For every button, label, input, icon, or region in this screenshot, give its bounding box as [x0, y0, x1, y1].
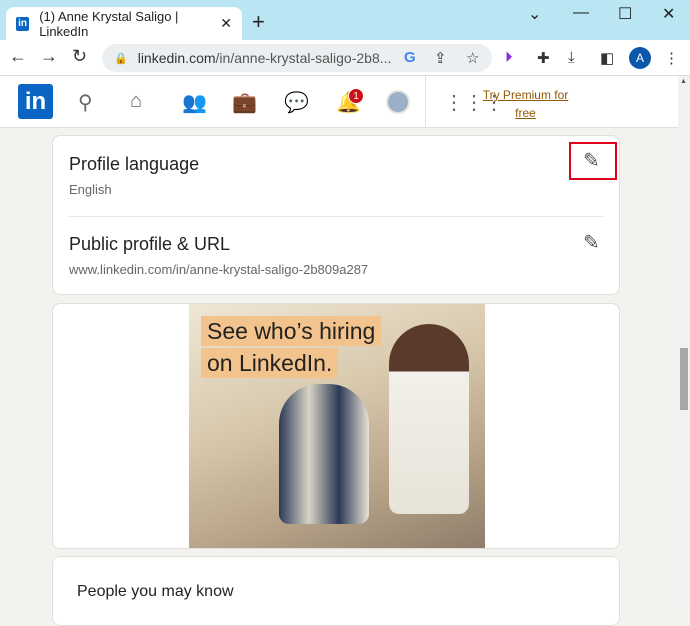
ad-headline-line2: on LinkedIn. — [201, 348, 339, 378]
browser-titlebar: in (1) Anne Krystal Saligo | LinkedIn ✕ … — [0, 0, 690, 40]
ad-person-image — [389, 324, 469, 514]
share-icon[interactable]: ⇪ — [434, 49, 447, 67]
extensions-puzzle-icon[interactable]: ✚ — [537, 49, 550, 67]
edit-public-profile-pencil-icon[interactable]: ✎ — [583, 230, 600, 255]
messaging-icon[interactable]: 💬 — [284, 90, 309, 115]
back-icon[interactable]: ← — [9, 46, 27, 67]
notification-badge: 1 — [348, 88, 364, 104]
close-window-button[interactable]: ✕ — [662, 4, 675, 24]
tab-search-icon[interactable]: ⌄ — [528, 4, 541, 24]
people-you-may-know-title: People you may know — [77, 583, 234, 600]
minimize-button[interactable]: — — [573, 4, 589, 22]
lock-icon: 🔒 — [114, 52, 128, 65]
ad-card: See who’s hiring on LinkedIn. — [52, 303, 620, 549]
public-profile-url: www.linkedin.com/in/anne-krystal-saligo-… — [69, 262, 369, 277]
search-icon[interactable]: ⚲ — [78, 90, 93, 115]
side-panel-icon[interactable]: ◧ — [600, 49, 614, 67]
scroll-up-icon[interactable]: ▲ — [680, 78, 687, 85]
reload-icon[interactable]: ↻ — [72, 46, 87, 67]
browser-tab[interactable]: in (1) Anne Krystal Saligo | LinkedIn ✕ — [6, 7, 242, 40]
bookmark-star-icon[interactable]: ☆ — [466, 49, 479, 67]
maximize-button[interactable]: ☐ — [618, 4, 632, 24]
google-icon[interactable]: G — [404, 49, 416, 66]
premium-line1: Try Premium for — [482, 88, 569, 102]
home-icon[interactable]: ⌂ — [130, 90, 142, 113]
profile-avatar[interactable]: A — [629, 47, 651, 69]
ad-image[interactable]: See who’s hiring on LinkedIn. — [189, 304, 485, 548]
forward-icon[interactable]: → — [40, 46, 58, 67]
linkedin-logo[interactable]: in — [18, 84, 53, 119]
highlight-box — [569, 142, 617, 180]
scrollbar-thumb[interactable] — [680, 348, 688, 410]
new-tab-button[interactable]: + — [252, 9, 265, 35]
premium-line2: free — [515, 106, 536, 120]
profile-language-value: English — [69, 182, 112, 197]
browser-toolbar: ← → ↻ 🔒 linkedin.com/in/anne-krystal-sal… — [0, 40, 690, 76]
nav-divider — [425, 76, 426, 128]
my-network-icon[interactable]: 👥 — [182, 90, 207, 115]
linkedin-favicon-icon: in — [16, 16, 30, 31]
url-host: linkedin.com — [137, 50, 216, 66]
ad-person-image — [279, 384, 369, 524]
download-icon[interactable]: ⤓ — [568, 49, 575, 66]
url-path: /in/anne-krystal-saligo-2b8... — [215, 50, 392, 66]
ad-headline-line1: See who’s hiring — [201, 316, 382, 346]
menu-kebab-icon[interactable]: ⋮ — [664, 49, 679, 67]
try-premium-link[interactable]: Try Premium for free — [478, 86, 573, 122]
extension-play-icon[interactable]: ⏵ — [505, 49, 513, 66]
divider — [69, 216, 603, 217]
linkedin-navbar: in ⚲ ⌂ 👥 💼 💬 🔔 1 ⋮⋮⋮ Try Premium for free — [0, 76, 678, 128]
profile-settings-card: Profile language English ✎ Public profil… — [52, 135, 620, 295]
jobs-briefcase-icon[interactable]: 💼 — [232, 90, 257, 115]
people-you-may-know-card: People you may know — [52, 556, 620, 626]
me-avatar[interactable] — [386, 90, 410, 114]
tab-title: (1) Anne Krystal Saligo | LinkedIn — [39, 8, 179, 39]
scrollbar[interactable]: ▲ — [678, 76, 690, 608]
public-profile-label: Public profile & URL — [69, 234, 231, 254]
close-tab-icon[interactable]: ✕ — [220, 15, 232, 32]
profile-language-label: Profile language — [69, 154, 200, 174]
